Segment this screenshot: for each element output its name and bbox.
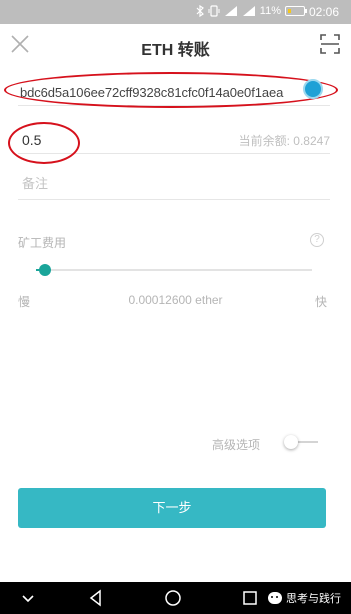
chevron-down-icon[interactable] [18, 588, 38, 608]
status-icons: 11% [196, 5, 281, 17]
fast-label: 快 [314, 295, 327, 309]
toggle-knob [284, 435, 298, 449]
wechat-icon [268, 592, 282, 604]
memo-row [18, 172, 330, 200]
fee-label: 矿工费用 [18, 236, 67, 250]
battery-tip [305, 9, 307, 13]
annotation-circle-amount [8, 122, 80, 164]
bluetooth-icon [196, 5, 204, 17]
address-book-icon[interactable] [303, 79, 323, 99]
home-icon[interactable] [163, 588, 183, 608]
advanced-options-label: 高级选项 [212, 438, 261, 452]
memo-input[interactable] [22, 176, 302, 191]
signal-4g-icon [242, 6, 255, 16]
next-button[interactable]: 下一步 [18, 488, 326, 528]
status-bar: 11% 02:06 [0, 0, 351, 24]
fee-value: 0.00012600 ether [128, 293, 223, 307]
advanced-options-toggle[interactable] [284, 434, 320, 450]
watermark: 思考与践行 [268, 590, 341, 606]
status-time: 02:06 [308, 5, 339, 19]
recipient-address-field[interactable]: bdc6d5a106ee72cff9328c81cfc0f14a0e0f1aea [4, 72, 338, 108]
help-icon[interactable]: ? [310, 233, 324, 247]
header: ETH 转账 [0, 24, 351, 68]
vibrate-icon [208, 5, 220, 17]
battery-icon [285, 6, 305, 16]
balance-label: 当前余额: 0.8247 [238, 134, 330, 148]
scan-icon[interactable] [319, 33, 341, 55]
watermark-text: 思考与践行 [286, 593, 341, 605]
annotation-circle-address [4, 72, 338, 108]
recents-icon[interactable] [240, 588, 260, 608]
fee-slider-thumb[interactable] [39, 264, 51, 276]
page-title: ETH 转账 [141, 42, 210, 59]
back-icon[interactable] [86, 588, 106, 608]
battery-percent: 11% [259, 5, 281, 17]
amount-field[interactable]: 0.5 当前余额: 0.8247 [8, 122, 330, 164]
signal-3g-icon [224, 6, 237, 16]
fee-slider-track[interactable] [36, 269, 312, 271]
